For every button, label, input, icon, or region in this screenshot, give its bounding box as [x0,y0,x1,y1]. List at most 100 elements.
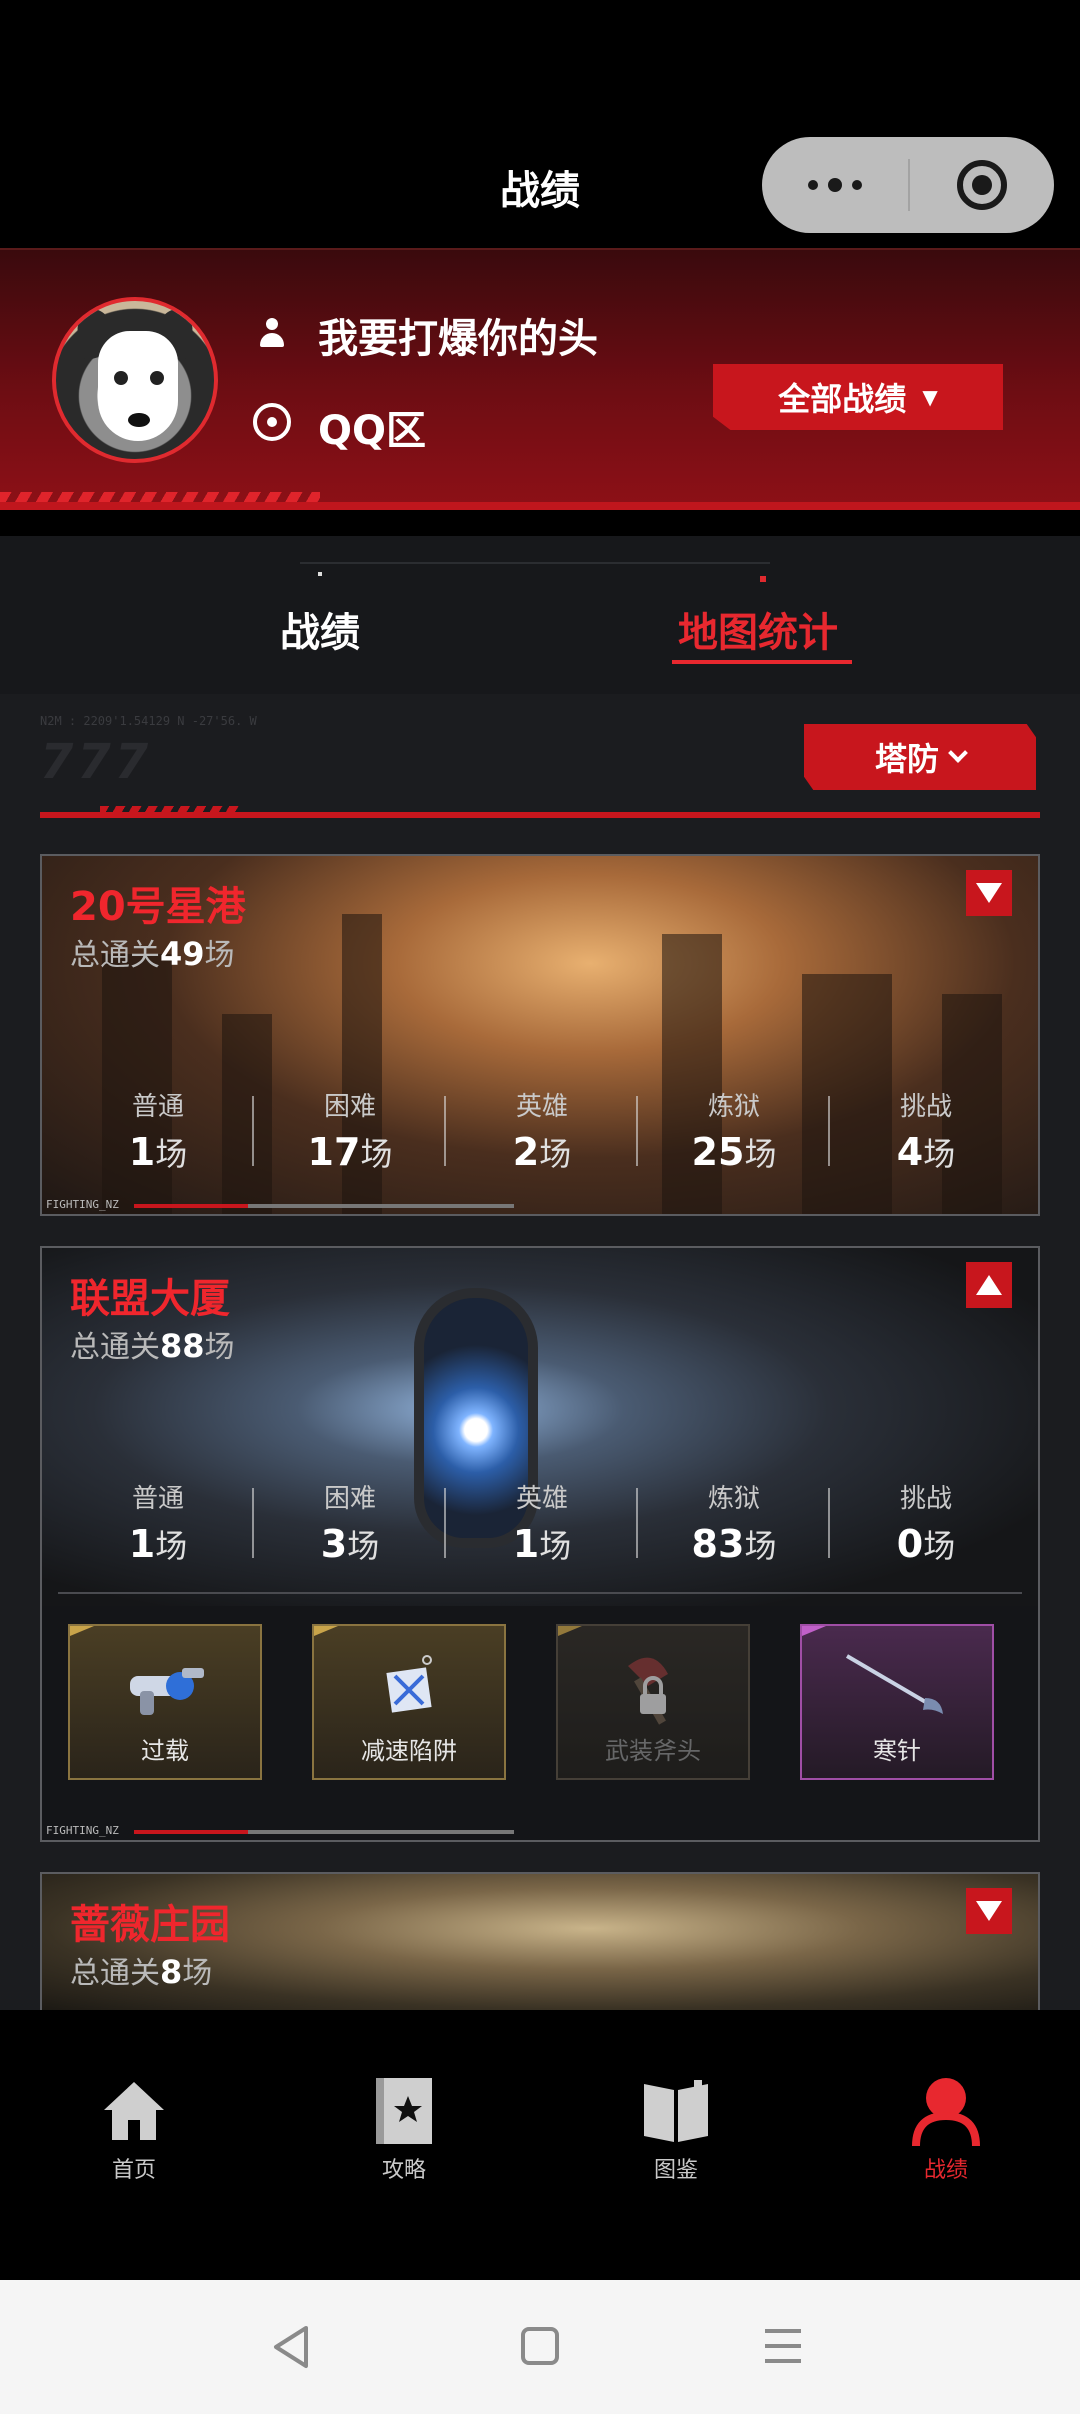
stat-value: 3 [320,1522,348,1566]
triangle-down-icon [976,883,1002,903]
weapon-item-locked[interactable]: 武装斧头 [556,1624,750,1780]
map-total: 总通关8场 [70,1948,212,1992]
expand-toggle-button[interactable] [966,870,1012,916]
nav-label: 攻略 [381,2158,426,2183]
card-footer-bar [134,1830,514,1834]
active-tab-indicator [672,660,852,664]
banner-bottom-stripe [0,502,1080,510]
mode-filter-dropdown[interactable]: 塔防 [804,724,1036,790]
weapon-item[interactable]: 减速陷阱 [312,1624,506,1780]
stat-unit: 场 [539,1135,572,1173]
dot-icon [808,180,818,190]
stat-unit: 场 [744,1135,777,1173]
stat-hero: 英雄 2场 [446,1078,638,1188]
avatar-eye [114,371,128,385]
card-footer: FIGHTING_NZ [42,1824,1038,1840]
map-name: 20号星港 [70,884,246,930]
map-name: 蔷薇庄园 [70,1902,230,1948]
bottom-navigation: 首页 攻略 图鉴 战绩 [0,2010,1080,2280]
axe-icon [608,1646,698,1740]
stat-value: 0 [896,1522,924,1566]
stat-hero: 英雄 1场 [446,1470,638,1580]
map-card-rose-manor[interactable]: 蔷薇庄园 总通关8场 [40,1872,1040,2010]
stat-value-row: 83场 [638,1521,830,1567]
username: 我要打爆你的头 [318,316,598,362]
expand-toggle-button[interactable] [966,1888,1012,1934]
weapon-item[interactable]: 寒针 [800,1624,994,1780]
stat-unit: 场 [155,1135,188,1173]
user-icon [258,318,286,348]
nav-home[interactable]: 首页 [64,2074,204,2184]
map-total-unit: 场 [204,1330,235,1365]
tab-map-stats[interactable]: 地图统计 [678,600,838,658]
guide-icon [368,2074,440,2146]
triangle-up-icon [976,1275,1002,1295]
capsule-divider [908,159,910,211]
stat-value-row: 1场 [62,1521,254,1567]
map-card-alliance-tower[interactable]: 联盟大厦 总通关88场 普通 1场 困难 3场 英雄 1场 炼狱 83场 挑战 0场 过载 [40,1246,1040,1842]
profile-icon [910,2074,982,2147]
dot-icon [828,178,842,192]
all-records-dropdown[interactable]: 全部战绩 ▼ [713,364,1003,430]
map-stats-panel[interactable]: N2M : 2209'1.54129 N -27'56. W 777 塔防 20… [0,694,1080,2010]
stat-hard: 困难 3场 [254,1470,446,1580]
nav-codex[interactable]: 图鉴 [606,2074,746,2184]
tab-records[interactable]: 战绩 [280,600,360,658]
home-icon [98,2074,170,2146]
stat-value-row: 3场 [254,1521,446,1567]
nav-label: 战绩 [923,2158,968,2183]
stat-unit: 场 [347,1527,380,1565]
menu-icon[interactable] [762,2326,804,2366]
map-total: 总通关49场 [70,930,235,974]
stat-value: 2 [512,1130,540,1174]
stat-label: 挑战 [899,1092,952,1122]
map-total-prefix: 总通关 [70,1330,160,1365]
weapon-item[interactable]: 过载 [68,1624,262,1780]
avatar[interactable] [52,297,218,463]
server-name: QQ区 [318,408,427,454]
tab-decor-line [300,562,770,564]
stat-unit: 场 [360,1135,393,1173]
weapon-name: 过载 [141,1737,189,1765]
map-card-starport[interactable]: 20号星港 总通关49场 普通 1场 困难 17场 英雄 2场 炼狱 25场 挑战 4场 … [40,854,1040,1216]
decor-code: N2M : 2209'1.54129 N -27'56. W [40,714,257,728]
stat-unit: 场 [539,1527,572,1565]
section-divider [40,806,1040,818]
system-navigation-bar [0,2280,1080,2414]
stat-value-row: 2场 [446,1129,638,1175]
stat-value-row: 25场 [638,1129,830,1175]
book-icon [640,2074,712,2146]
stat-unit: 场 [744,1527,777,1565]
stat-value-row: 0场 [830,1521,1022,1567]
close-mini-program-button[interactable] [957,160,1007,210]
stat-hard: 困难 17场 [254,1078,446,1188]
home-square-icon[interactable] [520,2326,560,2366]
map-total: 总通关88场 [70,1322,235,1366]
mini-program-capsule [762,137,1054,233]
divider-hatch [100,806,240,812]
stat-label: 普通 [131,1484,184,1514]
banner-stripe-decoration [0,492,320,502]
stat-normal: 普通 1场 [62,1078,254,1188]
back-icon[interactable] [270,2324,314,2370]
stat-normal: 普通 1场 [62,1470,254,1580]
all-records-label: 全部战绩 [778,380,907,418]
stat-value: 83 [691,1522,745,1566]
user-icon-body [260,333,284,347]
stat-value-row: 1场 [62,1129,254,1175]
stat-value-row: 17场 [254,1129,446,1175]
nav-records[interactable]: 战绩 [876,2074,1016,2184]
tab-decor-dot [318,572,322,576]
rarity-corner [314,1626,338,1636]
collapse-toggle-button[interactable] [966,1262,1012,1308]
stat-inferno: 炼狱 83场 [638,1470,830,1580]
stat-label: 普通 [131,1092,184,1122]
stat-value: 1 [128,1130,156,1174]
map-total-unit: 场 [182,1956,213,1991]
weapon-name: 寒针 [873,1737,921,1765]
map-total-prefix: 总通关 [70,1956,160,1991]
triangle-down-icon [976,1901,1002,1921]
more-options-button[interactable] [762,137,908,233]
nav-guide[interactable]: 攻略 [334,2074,474,2184]
nav-label: 首页 [111,2158,156,2183]
